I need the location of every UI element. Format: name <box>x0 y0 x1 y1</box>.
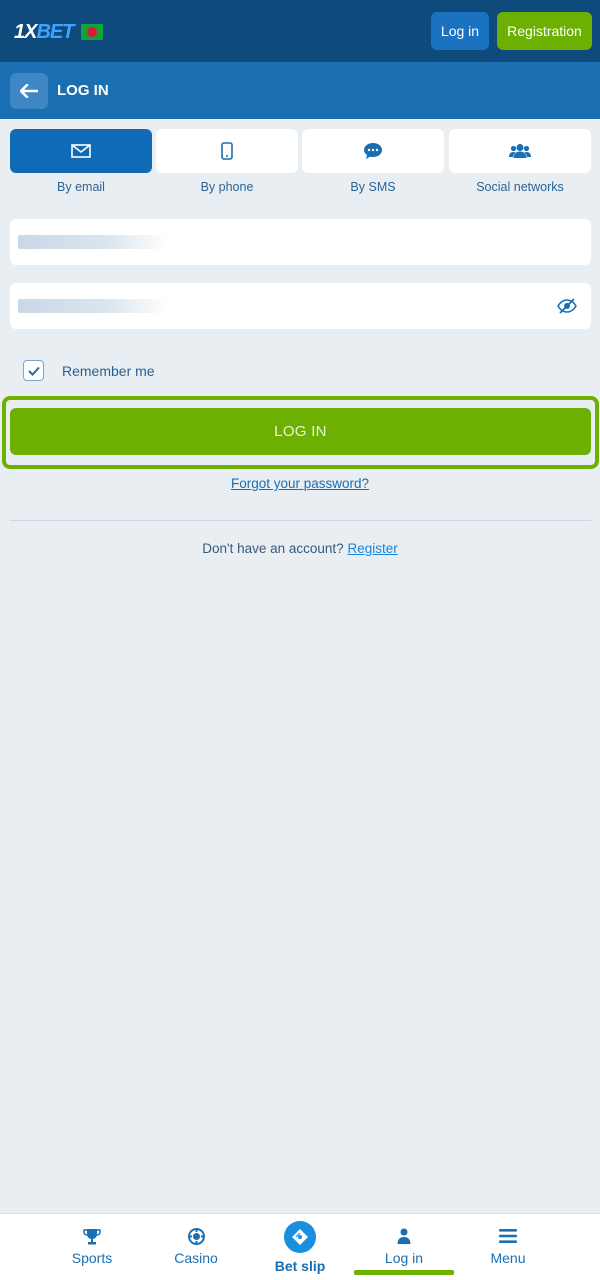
top-bar: 1XBET Log in Registration <box>0 0 600 62</box>
tab-label: Social networks <box>476 180 564 194</box>
tab-label: By email <box>57 180 105 194</box>
login-method-tabs: By email By phone By SMS Social networks <box>10 129 591 199</box>
country-flag-icon <box>81 24 104 40</box>
tab-label: By SMS <box>350 180 396 194</box>
no-account-text: Don't have an account? <box>202 541 344 556</box>
page-header: LOG IN <box>0 62 600 119</box>
back-button[interactable] <box>10 73 48 109</box>
forgot-password-link[interactable]: Forgot your password? <box>0 476 600 491</box>
register-link[interactable]: Register <box>347 541 397 556</box>
no-account-prompt: Don't have an account? Register <box>0 541 600 556</box>
page-title: LOG IN <box>57 82 109 99</box>
email-field-value <box>18 235 168 249</box>
tab-by-sms[interactable]: By SMS <box>302 129 444 199</box>
header-login-button[interactable]: Log in <box>431 12 489 50</box>
phone-icon <box>221 142 233 160</box>
nav-casino[interactable]: Casino <box>144 1214 248 1280</box>
user-icon <box>397 1228 411 1244</box>
nav-bet-slip[interactable]: Bet slip <box>248 1214 352 1280</box>
checkmark-icon <box>27 366 40 376</box>
arrow-left-icon <box>20 84 38 98</box>
registration-button[interactable]: Registration <box>497 12 592 50</box>
remember-me-checkbox[interactable] <box>23 360 44 381</box>
tab-by-email[interactable]: By email <box>10 129 152 199</box>
tab-by-phone[interactable]: By phone <box>156 129 298 199</box>
password-field[interactable] <box>10 283 591 329</box>
users-icon <box>509 144 531 158</box>
email-field[interactable] <box>10 219 591 265</box>
login-submit-button[interactable]: LOG IN <box>10 408 591 455</box>
nav-menu[interactable]: Menu <box>456 1214 560 1280</box>
active-nav-indicator <box>354 1270 454 1275</box>
envelope-icon <box>71 144 91 158</box>
tab-social-networks[interactable]: Social networks <box>449 129 591 199</box>
casino-chip-icon <box>187 1227 205 1245</box>
remember-me-label: Remember me <box>62 362 155 379</box>
ticket-icon <box>292 1229 308 1245</box>
chat-icon <box>364 143 382 159</box>
brand-logo[interactable]: 1XBET <box>14 20 104 44</box>
nav-sports[interactable]: Sports <box>40 1214 144 1280</box>
bottom-navigation: Sports Casino Bet slip Log in Menu <box>0 1213 600 1280</box>
hide-password-icon[interactable] <box>557 296 577 316</box>
menu-icon <box>499 1229 517 1243</box>
trophy-icon <box>83 1228 101 1244</box>
divider <box>10 520 591 521</box>
remember-me: Remember me <box>23 360 155 381</box>
logo-text: 1XBET <box>14 20 74 43</box>
tab-label: By phone <box>200 180 254 194</box>
password-field-value <box>18 299 168 313</box>
